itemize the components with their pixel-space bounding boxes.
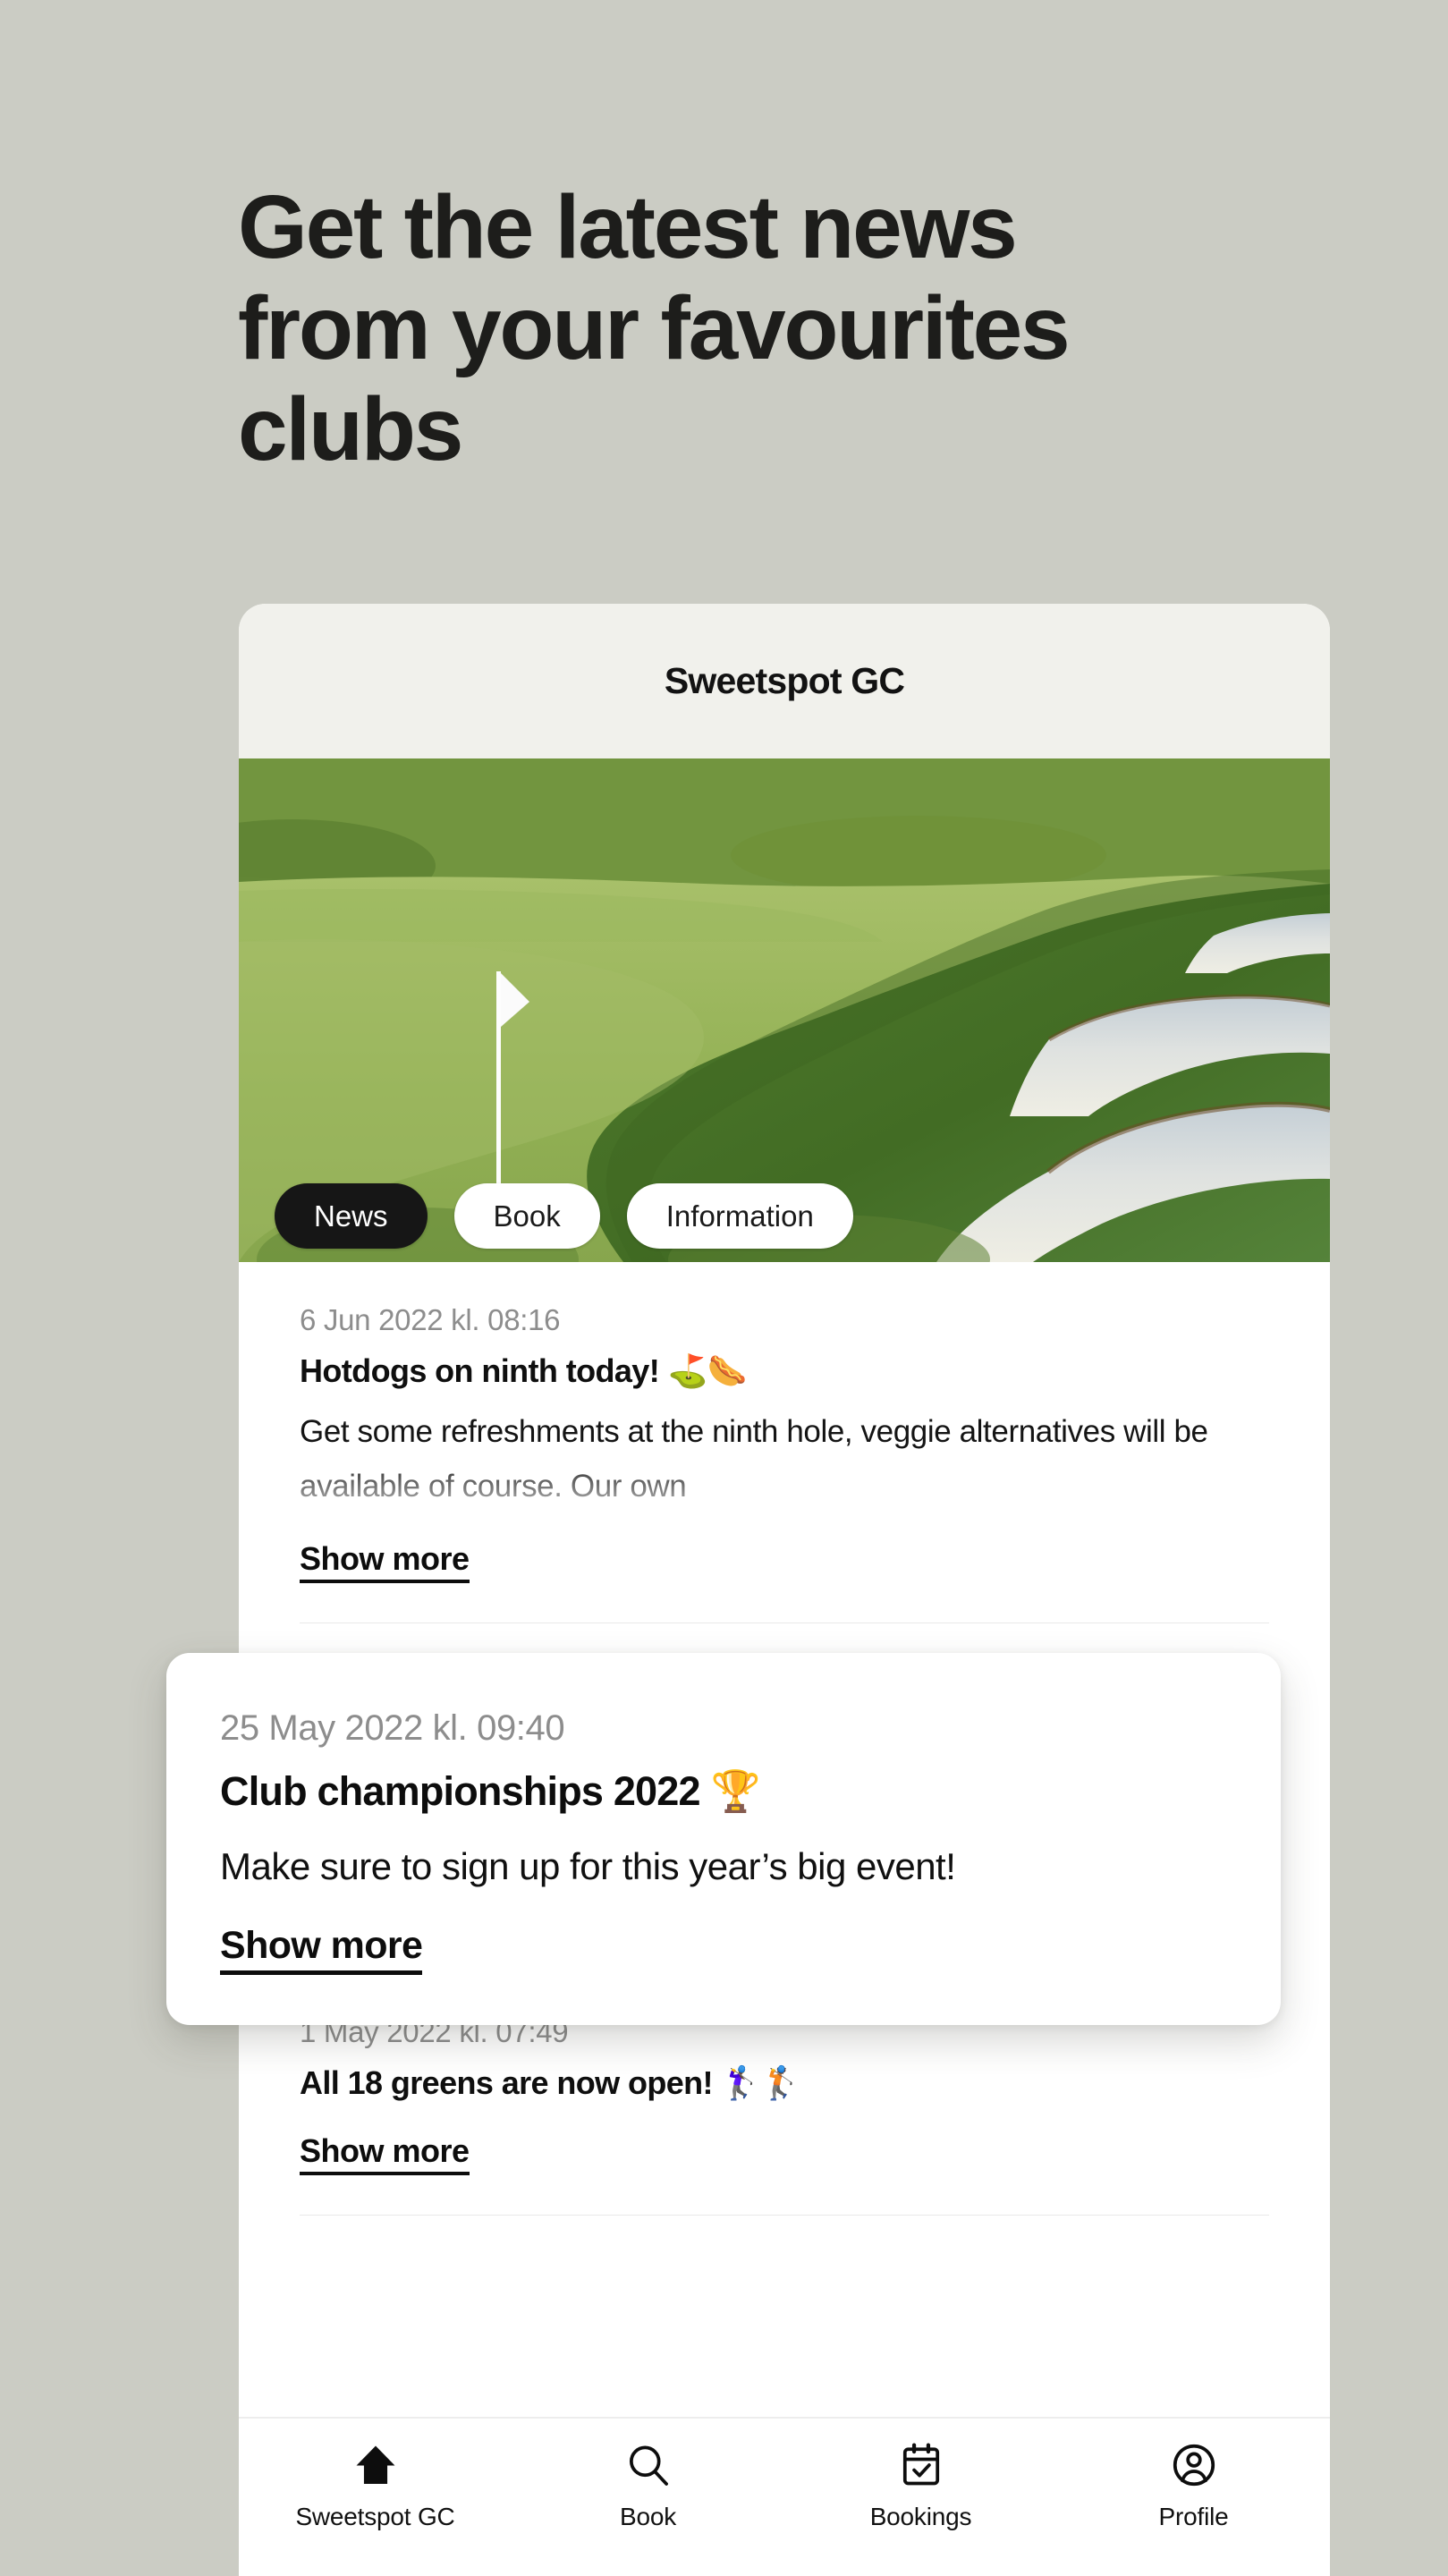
trophy-emoji: 🏆 bbox=[710, 1767, 760, 1815]
golf-hotdog-emoji: ⛳🌭 bbox=[667, 1353, 748, 1390]
hero-image: News Book Information bbox=[239, 758, 1330, 1262]
highlighted-card-title-text: Club championships 2022 bbox=[220, 1768, 701, 1814]
highlighted-news-card[interactable]: 25 May 2022 kl. 09:40 Club championships… bbox=[166, 1653, 1281, 2025]
page-headline: Get the latest news from your favourites… bbox=[238, 177, 1186, 480]
news-item-partial[interactable] bbox=[300, 2216, 1269, 2291]
app-header-title: Sweetspot GC bbox=[664, 660, 905, 701]
nav-label-book: Book bbox=[619, 2503, 677, 2530]
headline-line-1: Get the latest news bbox=[238, 177, 1018, 277]
calendar-check-icon bbox=[902, 2443, 939, 2486]
nav-item-sweetspot-gc[interactable]: Sweetspot GC bbox=[239, 2440, 512, 2531]
nav-label-sweetspot-gc: Sweetspot GC bbox=[295, 2503, 455, 2530]
hero-tabs[interactable]: News Book Information bbox=[275, 1183, 853, 1249]
show-more-link[interactable]: Show more bbox=[300, 2132, 470, 2175]
headline-line-3: clubs bbox=[238, 379, 463, 479]
search-icon bbox=[629, 2445, 668, 2486]
highlighted-card-date: 25 May 2022 kl. 09:40 bbox=[220, 1708, 565, 1748]
headline-line-2: from your favourites bbox=[238, 278, 1071, 378]
nav-item-bookings[interactable]: Bookings bbox=[784, 2440, 1057, 2531]
nav-label-bookings: Bookings bbox=[869, 2503, 972, 2530]
highlighted-card-body: Make sure to sign up for this year’s big… bbox=[220, 1845, 956, 1887]
news-item-title-text: All 18 greens are now open! bbox=[300, 2064, 714, 2101]
bottom-navigation[interactable]: Sweetspot GC Book Bookings Profile bbox=[239, 2417, 1330, 2576]
show-more-link[interactable]: Show more bbox=[300, 1540, 470, 1583]
nav-label-profile: Profile bbox=[1158, 2503, 1229, 2530]
tab-book[interactable]: Book bbox=[453, 1183, 600, 1249]
news-item-date-partial bbox=[300, 2257, 1269, 2291]
news-item-title: Hotdogs on ninth today! ⛳🌭 bbox=[300, 1350, 1269, 1394]
news-item[interactable]: 6 Jun 2022 kl. 08:16 Hotdogs on ninth to… bbox=[300, 1262, 1269, 1623]
news-item-title-text: Hotdogs on ninth today! bbox=[300, 1352, 660, 1389]
phone-mockup: Sweetspot GC News Book Information 6 Jun… bbox=[239, 604, 1330, 2576]
person-circle-icon bbox=[1173, 2444, 1215, 2487]
nav-item-profile[interactable]: Profile bbox=[1057, 2440, 1330, 2531]
highlighted-card-title: Club championships 2022 🏆 bbox=[220, 1765, 1227, 1818]
home-icon bbox=[356, 2445, 394, 2484]
news-item-body: Get some refreshments at the ninth hole,… bbox=[300, 1414, 1208, 1504]
highlighted-card-show-more[interactable]: Show more bbox=[220, 1924, 423, 1975]
app-header: Sweetspot GC bbox=[239, 604, 1330, 758]
tab-information[interactable]: Information bbox=[626, 1183, 853, 1249]
nav-item-book[interactable]: Book bbox=[512, 2440, 784, 2531]
golfers-emoji: 🏌️‍♀️🏌️ bbox=[721, 2065, 800, 2102]
page-root: Get the latest news from your favourites… bbox=[0, 0, 1448, 2576]
news-item-date: 6 Jun 2022 kl. 08:16 bbox=[300, 1303, 561, 1336]
news-item-title: All 18 greens are now open! 🏌️‍♀️🏌️ bbox=[300, 2062, 1269, 2106]
tab-news[interactable]: News bbox=[275, 1183, 428, 1249]
